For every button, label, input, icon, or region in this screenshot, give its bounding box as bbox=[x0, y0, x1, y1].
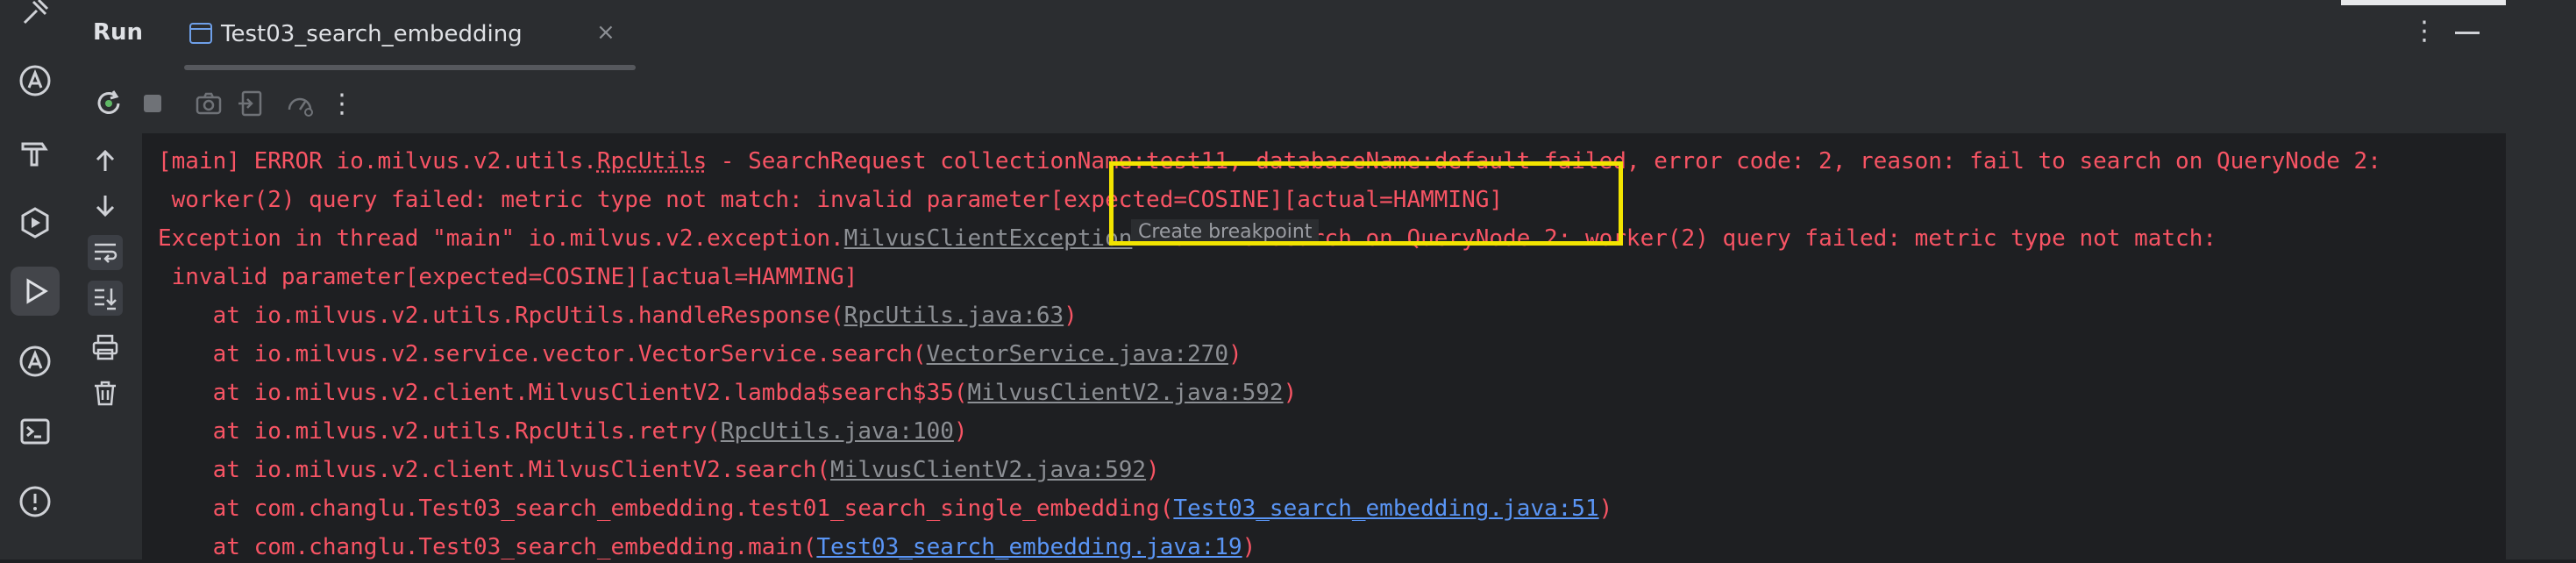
close-icon[interactable]: × bbox=[596, 19, 616, 46]
services-icon[interactable] bbox=[16, 203, 54, 242]
export-icon[interactable] bbox=[233, 86, 268, 121]
more-options-icon[interactable]: ⋮ bbox=[2411, 16, 2437, 46]
tools-icon[interactable] bbox=[16, 0, 54, 32]
stack-frame: at io.milvus.v2.utils.RpcUtils.handleRes… bbox=[158, 300, 1078, 331]
stack-frame: at io.milvus.v2.client.MilvusClientV2.la… bbox=[158, 377, 1298, 409]
source-link[interactable]: MilvusClientV2.java:592 bbox=[968, 380, 1284, 406]
ai-assistant-icon[interactable] bbox=[16, 61, 54, 100]
stack-frame: at com.changlu.Test03_search_embedding.t… bbox=[158, 493, 1613, 524]
frame-tail: ) bbox=[1598, 495, 1613, 522]
dashboard-icon[interactable] bbox=[282, 86, 317, 121]
log-text: [main] ERROR io.milvus.v2.utils. bbox=[158, 148, 597, 175]
frame-text: at com.changlu.Test03_search_embedding.t… bbox=[158, 495, 1174, 522]
window-strip bbox=[2341, 0, 2506, 5]
run-tool-window: Run Test03_search_embedding × ⋮ ⋮ [main]… bbox=[70, 0, 2572, 560]
ai-assistant-icon-2[interactable] bbox=[16, 342, 54, 381]
source-link[interactable]: Test03_search_embedding.java:51 bbox=[1173, 495, 1598, 522]
frame-tail: ) bbox=[1242, 534, 1256, 560]
frame-text: at io.milvus.v2.utils.RpcUtils.retry( bbox=[158, 418, 721, 445]
application-icon bbox=[189, 23, 212, 44]
stop-icon[interactable] bbox=[135, 86, 170, 121]
soft-wrap-icon[interactable] bbox=[88, 235, 123, 270]
run-icon[interactable] bbox=[11, 267, 60, 316]
source-link[interactable]: MilvusClientV2.java:592 bbox=[830, 457, 1146, 483]
console-side-toolbar bbox=[70, 133, 142, 559]
stack-frame: at io.milvus.v2.service.vector.VectorSer… bbox=[158, 339, 1242, 370]
run-header: Run Test03_search_embedding × ⋮ bbox=[70, 0, 2506, 70]
arrow-up-icon[interactable] bbox=[88, 144, 123, 179]
arrow-down-icon[interactable] bbox=[88, 188, 123, 223]
frame-tail: ) bbox=[953, 418, 968, 445]
run-toolbar: ⋮ bbox=[70, 70, 2506, 133]
scroll-to-end-icon[interactable] bbox=[88, 281, 123, 316]
run-title: Run bbox=[93, 19, 144, 46]
terminal-icon[interactable] bbox=[16, 412, 54, 451]
stack-frame: at io.milvus.v2.utils.RpcUtils.retry(Rpc… bbox=[158, 416, 968, 447]
minimize-icon[interactable] bbox=[2455, 32, 2480, 34]
exception-class-link[interactable]: MilvusClientException bbox=[844, 225, 1133, 252]
frame-tail: ) bbox=[1228, 341, 1242, 367]
activity-bar bbox=[0, 0, 72, 559]
log-text: Exception in thread "main" io.milvus.v2.… bbox=[158, 225, 844, 252]
source-link[interactable]: VectorService.java:270 bbox=[927, 341, 1228, 367]
source-link[interactable]: RpcUtils.java:100 bbox=[721, 418, 954, 445]
frame-text: at io.milvus.v2.utils.RpcUtils.handleRes… bbox=[158, 303, 844, 329]
frame-tail: ) bbox=[1064, 303, 1078, 329]
rerun-icon[interactable] bbox=[91, 86, 126, 121]
more-icon[interactable]: ⋮ bbox=[324, 86, 359, 121]
problems-icon[interactable] bbox=[16, 482, 54, 521]
tab-test03-search-embedding[interactable]: Test03_search_embedding × bbox=[184, 0, 636, 70]
frame-tail: ) bbox=[1146, 457, 1160, 483]
console-line: invalid parameter[expected=COSINE][actua… bbox=[158, 264, 858, 290]
camera-icon[interactable] bbox=[191, 86, 226, 121]
right-tool-strip bbox=[2506, 0, 2576, 559]
stack-frame: at io.milvus.v2.client.MilvusClientV2.se… bbox=[158, 454, 1160, 486]
frame-text: at io.milvus.v2.client.MilvusClientV2.la… bbox=[158, 380, 968, 406]
source-link[interactable]: RpcUtils.java:63 bbox=[844, 303, 1064, 329]
frame-text: at com.changlu.Test03_search_embedding.m… bbox=[158, 534, 817, 560]
tab-label: Test03_search_embedding bbox=[221, 21, 523, 47]
source-link[interactable]: Test03_search_embedding.java:19 bbox=[816, 534, 1242, 560]
stack-frame: at com.changlu.Test03_search_embedding.m… bbox=[158, 531, 1256, 563]
highlight-annotation bbox=[1109, 161, 1623, 246]
frame-text: at io.milvus.v2.client.MilvusClientV2.se… bbox=[158, 457, 831, 483]
print-icon[interactable] bbox=[88, 330, 123, 365]
build-hammer-icon[interactable] bbox=[16, 133, 54, 172]
frame-text: at io.milvus.v2.service.vector.VectorSer… bbox=[158, 341, 927, 367]
class-reference[interactable]: RpcUtils bbox=[597, 148, 707, 175]
frame-tail: ) bbox=[1283, 380, 1298, 406]
trash-icon[interactable] bbox=[88, 375, 123, 410]
